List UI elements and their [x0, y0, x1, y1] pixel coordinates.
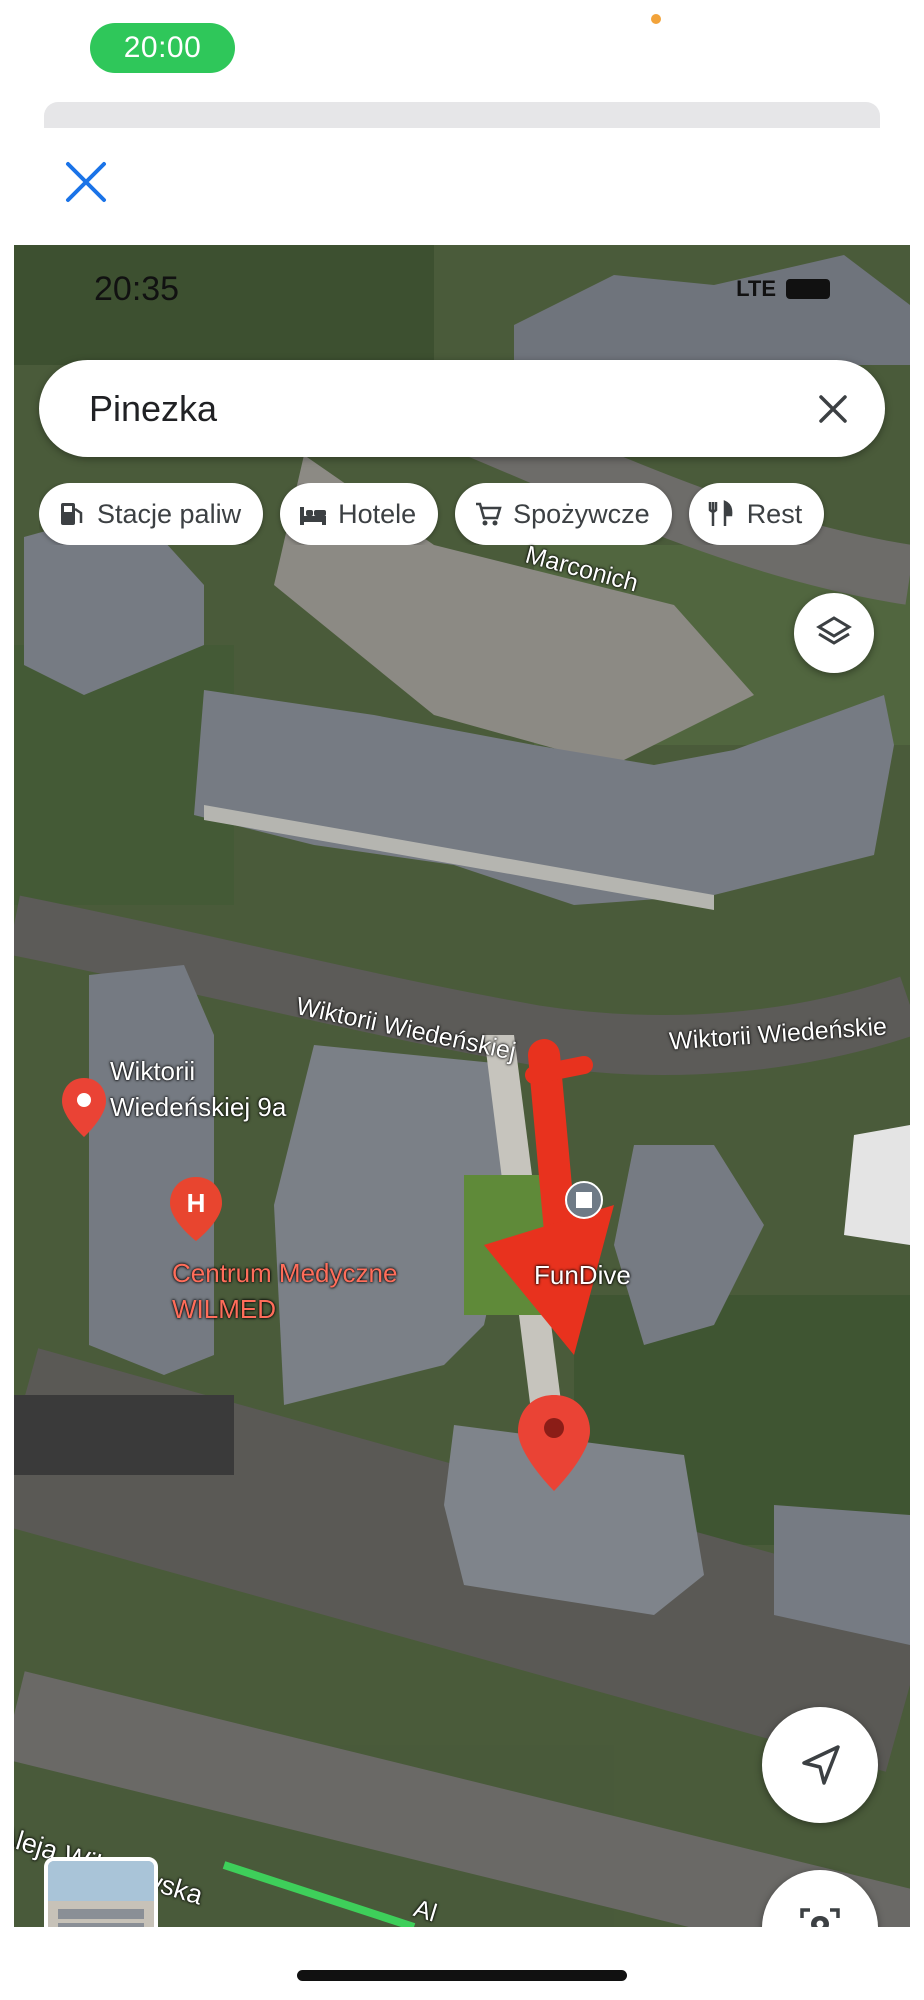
svg-text:H: H	[187, 1188, 206, 1218]
layers-button[interactable]	[794, 593, 874, 673]
cart-icon	[476, 502, 502, 526]
battery-icon	[786, 279, 830, 299]
status-time-pill: 20:00	[90, 23, 235, 73]
category-chips: Stacje paliw Hotele Spożywcze Rest	[39, 483, 910, 545]
restaurant-icon	[708, 500, 733, 526]
fundive-label[interactable]: FunDive	[534, 1257, 631, 1293]
search-query[interactable]: Pinezka	[89, 388, 217, 430]
fundive-marker-icon	[565, 1181, 603, 1219]
home-indicator[interactable]	[297, 1970, 627, 1981]
chip-label: Spożywcze	[513, 498, 650, 529]
chip-gas-stations[interactable]: Stacje paliw	[39, 483, 264, 545]
inner-status-time: 20:35	[94, 269, 180, 308]
privacy-indicator-dot	[651, 14, 661, 24]
medical-label-line2[interactable]: WILMED	[172, 1291, 276, 1327]
bed-icon	[300, 507, 327, 525]
medical-label-line1[interactable]: Centrum Medyczne	[172, 1255, 397, 1291]
address-label-line1: Wiktorii	[110, 1056, 196, 1086]
street-view-thumbnail[interactable]	[44, 1857, 158, 1927]
inner-network-label: LTE	[736, 276, 776, 301]
gas-station-icon	[61, 503, 83, 525]
inner-status-bar: 20:35 LTE	[94, 269, 830, 309]
navigation-arrow-icon	[802, 1745, 840, 1785]
chip-groceries[interactable]: Spożywcze	[455, 483, 672, 545]
search-bar[interactable]: Pinezka	[39, 360, 885, 457]
chip-label: Hotele	[338, 498, 417, 529]
navigate-button[interactable]	[762, 1707, 878, 1823]
address-label-line2: Wiedeńskiej 9a	[110, 1092, 287, 1122]
chip-restaurants[interactable]: Rest	[688, 483, 825, 545]
location-target-icon	[800, 1908, 840, 1927]
sheet-top-edge	[44, 102, 880, 128]
close-icon[interactable]	[817, 393, 849, 425]
street-view-image	[48, 1861, 154, 1927]
chip-hotels[interactable]: Hotele	[280, 483, 439, 545]
close-icon[interactable]	[64, 160, 108, 204]
status-time: 20:00	[123, 31, 202, 64]
layers-icon	[816, 616, 852, 645]
chip-label: Stacje paliw	[97, 498, 242, 529]
map-screenshot[interactable]: H 20:35 LTE Pinezka Stacje paliw Hotele …	[14, 245, 910, 1927]
chip-label: Rest	[746, 498, 803, 529]
